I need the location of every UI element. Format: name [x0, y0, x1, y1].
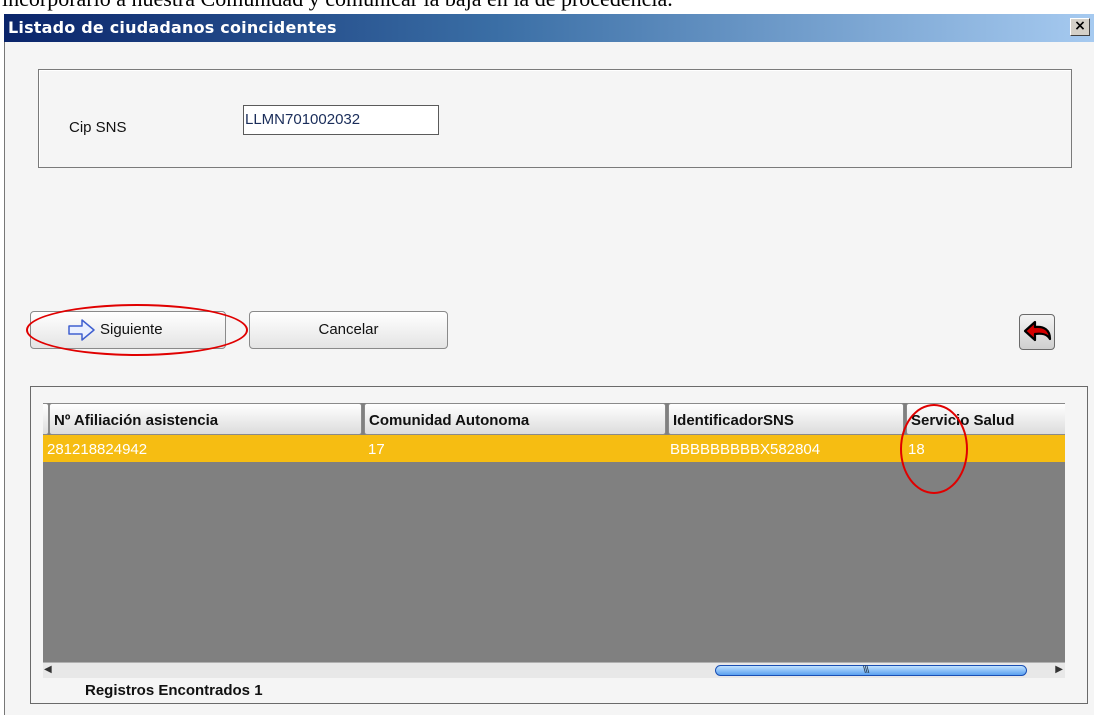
records-found-label: Registros Encontrados 1 — [85, 682, 263, 699]
search-group: Cip SNS LLMN701002032 — [38, 69, 1072, 168]
results-table[interactable]: Nº Afiliación asistencia Comunidad Auton… — [43, 403, 1065, 662]
window-border — [4, 42, 5, 715]
scrollbar-thumb[interactable]: \\\ — [715, 665, 1027, 676]
back-button[interactable] — [1019, 314, 1055, 350]
scroll-left-icon[interactable]: ◀ — [44, 664, 52, 675]
title-bar[interactable]: Listado de ciudadanos coincidentes × — [4, 14, 1094, 42]
back-arrow-icon — [1023, 320, 1052, 342]
column-header-servicio-salud[interactable]: Servicio Salud — [906, 403, 1065, 435]
window-title: Listado de ciudadanos coincidentes — [8, 18, 337, 37]
scroll-right-icon[interactable]: ▶ — [1055, 664, 1063, 675]
background-document-text: incorporarlo a nuestra Comunidad y comun… — [2, 0, 673, 12]
horizontal-scrollbar[interactable]: ◀ \\\ ▶ — [43, 662, 1065, 678]
dialog-window: Listado de ciudadanos coincidentes × Cip… — [4, 14, 1094, 715]
column-header-afiliacion[interactable]: Nº Afiliación asistencia — [49, 403, 362, 435]
cell-servicio-salud: 18 — [908, 441, 925, 458]
table-row[interactable]: 281218824942 17 BBBBBBBBBX582804 18 — [43, 435, 1065, 462]
next-button-label: Siguiente — [100, 321, 163, 338]
arrow-right-icon — [68, 319, 95, 341]
cell-identificador: BBBBBBBBBX582804 — [670, 441, 821, 458]
cip-sns-input[interactable]: LLMN701002032 — [243, 105, 439, 135]
close-icon: × — [1074, 18, 1086, 34]
results-panel: Nº Afiliación asistencia Comunidad Auton… — [30, 386, 1088, 704]
close-button[interactable]: × — [1070, 18, 1090, 36]
cancel-button-label: Cancelar — [318, 321, 379, 338]
next-button[interactable]: Siguiente — [30, 311, 226, 349]
column-header-identificador[interactable]: IdentificadorSNS — [668, 403, 904, 435]
cell-comunidad: 17 — [368, 441, 385, 458]
cancel-button[interactable]: Cancelar — [249, 311, 448, 349]
column-header-comunidad[interactable]: Comunidad Autonoma — [364, 403, 666, 435]
cell-afiliacion: 281218824942 — [47, 441, 148, 458]
cip-sns-label: Cip SNS — [69, 119, 127, 136]
grip-icon: \\\ — [863, 665, 869, 676]
